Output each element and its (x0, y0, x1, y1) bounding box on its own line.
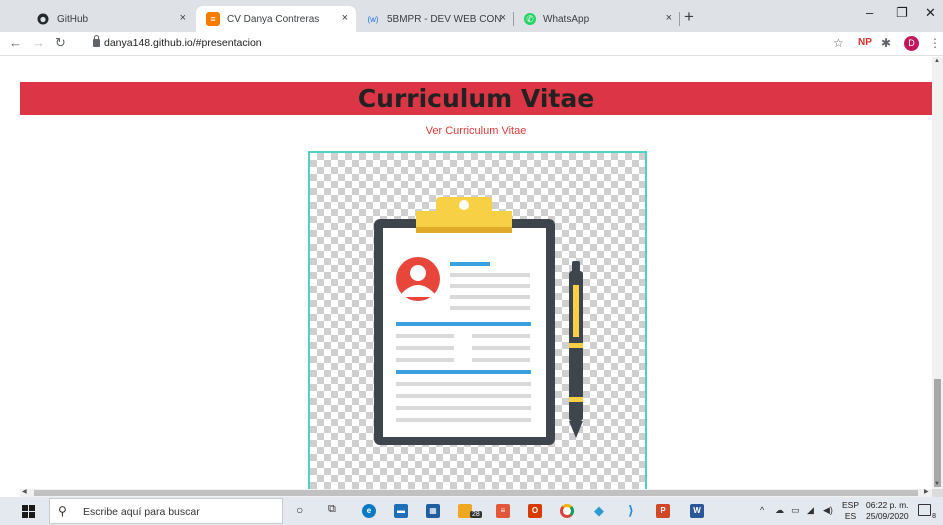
scroll-right-icon[interactable]: ▶ (924, 488, 929, 495)
page-viewport: Curriculum Vitae Ver Curriculum Vitae (0, 57, 932, 489)
lock-icon (93, 35, 100, 47)
close-icon[interactable]: × (666, 12, 672, 24)
window-close-icon[interactable]: ✕ (925, 5, 936, 21)
close-icon[interactable]: × (180, 12, 186, 24)
tab-title: CV Danya Contreras (227, 13, 320, 25)
minimize-icon[interactable]: – (866, 5, 873, 20)
word-icon[interactable]: W (690, 504, 704, 518)
w-favicon: (w) (367, 14, 379, 24)
reload-icon[interactable]: ↻ (55, 35, 66, 51)
cortana-icon[interactable]: ○ (296, 503, 303, 517)
view-cv-link[interactable]: Ver Curriculum Vitae (0, 125, 932, 137)
cloud-icon[interactable]: ☁ (775, 505, 784, 516)
resume-image[interactable] (308, 151, 647, 489)
back-arrow-icon[interactable]: ← (9, 35, 22, 50)
vertical-scroll-thumb[interactable] (934, 379, 941, 487)
whatsapp-icon: ✆ (524, 13, 536, 25)
bookmark-star-icon[interactable]: ☆ (833, 36, 844, 50)
tab-cv[interactable]: ≡ CV Danya Contreras × (196, 6, 356, 32)
clock-date: 25/09/2020 (866, 511, 909, 521)
scroll-left-icon[interactable]: ◀ (22, 488, 27, 495)
profile-avatar[interactable]: D (904, 36, 919, 51)
new-tab-button[interactable]: + (684, 7, 694, 27)
tab-separator (679, 12, 680, 26)
restore-icon[interactable]: ❐ (896, 5, 908, 21)
close-icon[interactable]: × (342, 12, 348, 24)
git-icon[interactable]: ◆ (592, 504, 606, 518)
search-icon: ⚲ (58, 504, 67, 518)
scroll-up-icon[interactable]: ▲ (934, 58, 940, 64)
np-extension-icon[interactable]: NP (858, 37, 872, 48)
scroll-down-icon[interactable]: ▼ (934, 481, 940, 487)
tab-title: GitHub (57, 13, 89, 25)
powerpoint-icon[interactable]: P (656, 504, 670, 518)
tab-title: 5BMPR - DEV WEB CON BD - 20: (387, 13, 505, 25)
task-view-icon[interactable]: ⧉ (328, 503, 336, 516)
scrollbar-corner (932, 489, 943, 497)
lang-line2: ES (844, 511, 857, 521)
store-icon[interactable]: ▦ (426, 504, 440, 518)
wifi-icon[interactable]: ◢ (807, 505, 814, 516)
taskbar-search-box[interactable]: ⚲ Escribe aquí para buscar (49, 498, 283, 524)
search-placeholder: Escribe aquí para buscar (83, 506, 200, 518)
forward-arrow-icon[interactable]: → (32, 35, 45, 50)
taskbar-app-icon[interactable]: ▬ (394, 504, 408, 518)
chrome-icon[interactable] (560, 504, 574, 518)
lang-line1: ESP (842, 500, 860, 510)
vertical-scrollbar[interactable]: ▲ ▼ (932, 57, 943, 489)
clipboard-resume-illustration (374, 197, 583, 445)
vscode-icon[interactable]: ⟩ (624, 504, 638, 518)
github-icon (36, 12, 50, 26)
title-banner: Curriculum Vitae (20, 82, 932, 115)
scrollbar-gap (0, 489, 20, 497)
language-indicator[interactable]: ESP ES (842, 500, 859, 522)
tab-title: WhatsApp (543, 13, 590, 25)
chevron-up-icon[interactable]: ^ (760, 505, 764, 515)
office-icon[interactable]: O (528, 504, 542, 518)
windows-start-icon[interactable] (22, 505, 35, 518)
edge-icon[interactable]: e (362, 504, 376, 518)
tab-dev-web[interactable]: (w) 5BMPR - DEV WEB CON BD - 20: × (356, 6, 514, 32)
clock-time: 06:22 p. m. (866, 500, 909, 510)
address-bar[interactable]: danya148.github.io/#presentacion (104, 37, 262, 49)
system-clock[interactable]: 06:22 p. m. 25/09/2020 (866, 500, 909, 522)
horizontal-scroll-thumb[interactable] (34, 490, 918, 496)
menu-dots-icon[interactable]: ⋮ (929, 36, 941, 50)
battery-icon[interactable]: ▭ (791, 505, 800, 516)
tab-github[interactable]: GitHub × (26, 6, 194, 32)
page-title: Curriculum Vitae (357, 84, 595, 113)
tab-strip: GitHub × ≡ CV Danya Contreras × (w) 5BMP… (0, 0, 943, 32)
screen: GitHub × ≡ CV Danya Contreras × (w) 5BMP… (0, 0, 943, 525)
cv-app-icon[interactable]: ≡ (496, 504, 510, 518)
volume-icon[interactable]: ◀) (823, 505, 833, 516)
tab-whatsapp[interactable]: ✆ WhatsApp × (514, 6, 680, 32)
notification-icon[interactable]: 8 (918, 504, 936, 520)
browser-toolbar: ← → ↻ danya148.github.io/#presentacion ☆… (0, 32, 943, 56)
windows-taskbar: ⚲ Escribe aquí para buscar ○ ⧉ e ▬ ▦ 28 … (0, 497, 943, 525)
notification-count: 8 (932, 513, 936, 520)
horizontal-scrollbar[interactable]: ◀ ▶ (20, 489, 932, 497)
extensions-puzzle-icon[interactable]: ✱ (881, 36, 891, 50)
close-icon[interactable]: × (500, 12, 506, 24)
cv-favicon: ≡ (206, 12, 220, 26)
taskbar-badge: 28 (470, 511, 482, 518)
